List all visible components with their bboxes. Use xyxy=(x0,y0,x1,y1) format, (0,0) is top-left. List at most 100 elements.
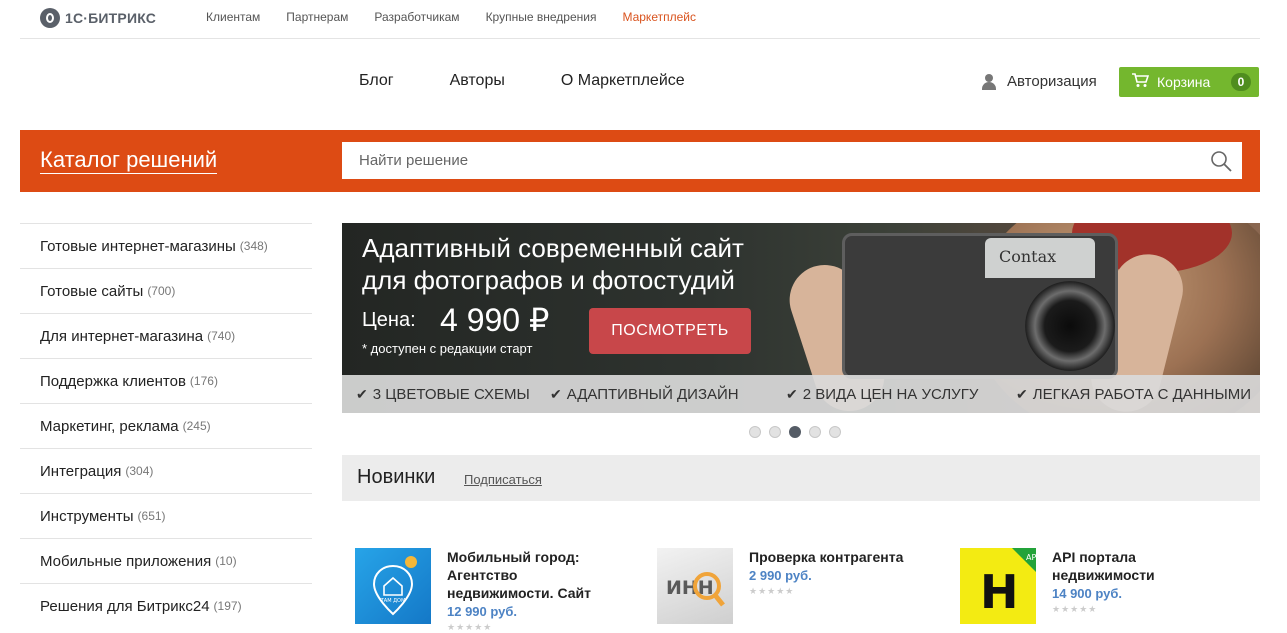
top-nav-partners[interactable]: Партнерам xyxy=(286,10,348,24)
product-price: 14 900 руб. xyxy=(1052,586,1123,601)
feature-label: АДАПТИВНЫЙ ДИЗАЙН xyxy=(566,386,739,403)
category-sidebar: Готовые интернет-магазины (348) Готовые с… xyxy=(20,223,312,628)
sidebar-item-count: (700) xyxy=(147,284,176,298)
camera-brand-logo: Contax xyxy=(999,247,1056,266)
sidebar-item-support[interactable]: Поддержка клиентов (176) xyxy=(20,358,312,403)
user-icon xyxy=(981,73,997,90)
logo-text: 1С·БИТРИКС xyxy=(65,10,157,26)
sidebar-item-ready-sites[interactable]: Готовые сайты (700) xyxy=(20,268,312,313)
sidebar-item-mobile[interactable]: Мобильные приложения (10) xyxy=(20,538,312,583)
top-nav-marketplace[interactable]: Маркетплейс xyxy=(622,10,696,24)
top-nav-clients[interactable]: Клиентам xyxy=(206,10,260,24)
svg-text:ТАМ ДОМ: ТАМ ДОМ xyxy=(380,598,406,604)
sidebar-item-count: (245) xyxy=(182,419,211,433)
slider-dot-2[interactable] xyxy=(769,426,781,438)
slider-dot-1[interactable] xyxy=(749,426,761,438)
product-thumbnail[interactable]: ИНН xyxy=(657,548,733,624)
cart-icon xyxy=(1131,72,1150,92)
slider-dot-4[interactable] xyxy=(809,426,821,438)
search-icon[interactable] xyxy=(1210,150,1232,172)
rating-stars: ★★★★★ xyxy=(447,622,493,632)
sidebar-item-ready-shops[interactable]: Готовые интернет-магазины (348) xyxy=(20,223,312,268)
check-icon: ✔ xyxy=(550,386,562,402)
sidebar-item-label: Поддержка клиентов xyxy=(40,372,186,390)
svg-text:ИНН: ИНН xyxy=(666,577,714,599)
sidebar-item-marketing[interactable]: Маркетинг, реклама (245) xyxy=(20,403,312,448)
api-h-icon: API H xyxy=(980,548,1036,619)
sidebar-item-count: (10) xyxy=(215,554,237,568)
subscribe-link[interactable]: Подписаться xyxy=(464,472,542,487)
top-nav-developers[interactable]: Разработчикам xyxy=(374,10,459,24)
main-nav-authors[interactable]: Авторы xyxy=(450,72,505,90)
search-box xyxy=(342,142,1242,179)
sidebar-item-count: (304) xyxy=(125,464,154,478)
sidebar-item-count: (740) xyxy=(207,329,236,343)
banner-title-line1: Адаптивный современный сайт xyxy=(362,233,744,263)
sidebar-item-bitrix24[interactable]: Решения для Битрикс24 (197) xyxy=(20,583,312,628)
rating-stars: ★★★★★ xyxy=(1052,604,1098,614)
feature-item: ✔ ЛЕГКАЯ РАБОТА С ДАННЫМИ xyxy=(1016,386,1251,403)
magnifier-inn-icon: ИНН xyxy=(666,572,725,607)
sidebar-item-label: Для интернет-магазина xyxy=(40,327,204,345)
promo-banner[interactable]: Contax Адаптивный современный сайт для ф… xyxy=(342,223,1260,413)
news-section-header: Новинки Подписаться xyxy=(342,455,1260,501)
sidebar-item-for-shop[interactable]: Для интернет-магазина (740) xyxy=(20,313,312,358)
sidebar-item-tools[interactable]: Инструменты (651) xyxy=(20,493,312,538)
camera-image: Contax xyxy=(842,233,1118,379)
sidebar-item-label: Готовые сайты xyxy=(40,282,144,300)
check-icon: ✔ xyxy=(786,386,798,402)
search-input[interactable] xyxy=(342,142,1199,179)
banner-features: ✔ 3 ЦВЕТОВЫЕ СХЕМЫ ✔ АДАПТИВНЫЙ ДИЗАЙН ✔ 2 … xyxy=(342,375,1260,413)
banner-price-value: 4 990 ₽ xyxy=(440,302,550,338)
banner-title: Адаптивный современный сайт для фотограф… xyxy=(362,232,744,296)
sidebar-item-label: Мобильные приложения xyxy=(40,552,212,570)
catalog-title-link[interactable]: Каталог решений xyxy=(40,147,218,174)
sidebar-item-integration[interactable]: Интеграция (304) xyxy=(20,448,312,493)
sidebar-item-label: Маркетинг, реклама xyxy=(40,417,179,435)
top-bar: 1С·БИТРИКС Клиентам Партнерам Разработчи… xyxy=(0,0,1287,38)
rating-stars: ★★★★★ xyxy=(749,586,795,596)
map-pin-icon: ТАМ ДОМ xyxy=(372,556,417,616)
sidebar-item-count: (176) xyxy=(189,374,218,388)
banner-price-note: * доступен с редакции старт xyxy=(362,341,533,356)
sidebar-item-label: Инструменты xyxy=(40,507,134,525)
product-price: 12 990 руб. xyxy=(447,604,518,619)
product-name[interactable]: Проверка контрагента xyxy=(749,548,909,566)
product-name[interactable]: Мобильный город: Агентство недвижимости.… xyxy=(447,548,607,602)
main-nav-blog[interactable]: Блог xyxy=(359,72,394,90)
feature-label: 3 ЦВЕТОВЫЕ СХЕМЫ xyxy=(372,386,530,403)
slider-dot-5[interactable] xyxy=(829,426,841,438)
svg-text:H: H xyxy=(980,565,1019,619)
view-button[interactable]: ПОСМОТРЕТЬ xyxy=(589,308,751,354)
cart-button[interactable]: Корзина 0 xyxy=(1119,67,1259,97)
product-card[interactable]: ИНН Проверка контрагента 2 990 руб. ★★★★… xyxy=(657,548,909,624)
top-nav: Клиентам Партнерам Разработчикам Крупные… xyxy=(206,10,722,24)
banner-price-label: Цена: xyxy=(362,309,416,331)
product-card[interactable]: API H API портала недвижимости 14 900 ру… xyxy=(960,548,1212,624)
auth-label: Авторизация xyxy=(1007,73,1097,90)
slider-dot-3[interactable] xyxy=(789,426,801,438)
sidebar-item-label: Готовые интернет-магазины xyxy=(40,237,236,255)
feature-item: ✔ АДАПТИВНЫЙ ДИЗАЙН xyxy=(550,386,739,403)
product-card[interactable]: ТАМ ДОМ Мобильный город: Агентство недви… xyxy=(355,548,607,633)
product-name[interactable]: API портала недвижимости xyxy=(1052,548,1212,584)
feature-item: ✔ 3 ЦВЕТОВЫЕ СХЕМЫ xyxy=(356,386,530,403)
catalog-bar: Каталог решений xyxy=(20,130,1260,192)
svg-text:API: API xyxy=(1026,553,1036,562)
product-thumbnail[interactable]: ТАМ ДОМ xyxy=(355,548,431,624)
product-thumbnail[interactable]: API H xyxy=(960,548,1036,624)
check-icon: ✔ xyxy=(356,386,368,402)
auth-link[interactable]: Авторизация xyxy=(981,73,1097,90)
bitrix-logo-icon xyxy=(40,8,60,28)
logo[interactable]: 1С·БИТРИКС xyxy=(40,8,156,28)
sidebar-item-count: (651) xyxy=(137,509,166,523)
main-nav: Блог Авторы О Маркетплейсе xyxy=(359,72,741,90)
svg-text:Contax: Contax xyxy=(999,247,1056,266)
news-title: Новинки xyxy=(357,466,436,488)
feature-label: ЛЕГКАЯ РАБОТА С ДАННЫМИ xyxy=(1032,386,1252,403)
top-nav-enterprise[interactable]: Крупные внедрения xyxy=(486,10,597,24)
main-nav-about[interactable]: О Маркетплейсе xyxy=(561,72,685,90)
feature-label: 2 ВИДА ЦЕН НА УСЛУГУ xyxy=(802,386,979,403)
sidebar-item-label: Решения для Битрикс24 xyxy=(40,597,210,615)
banner-title-line2: для фотографов и фотостудий xyxy=(362,265,735,295)
